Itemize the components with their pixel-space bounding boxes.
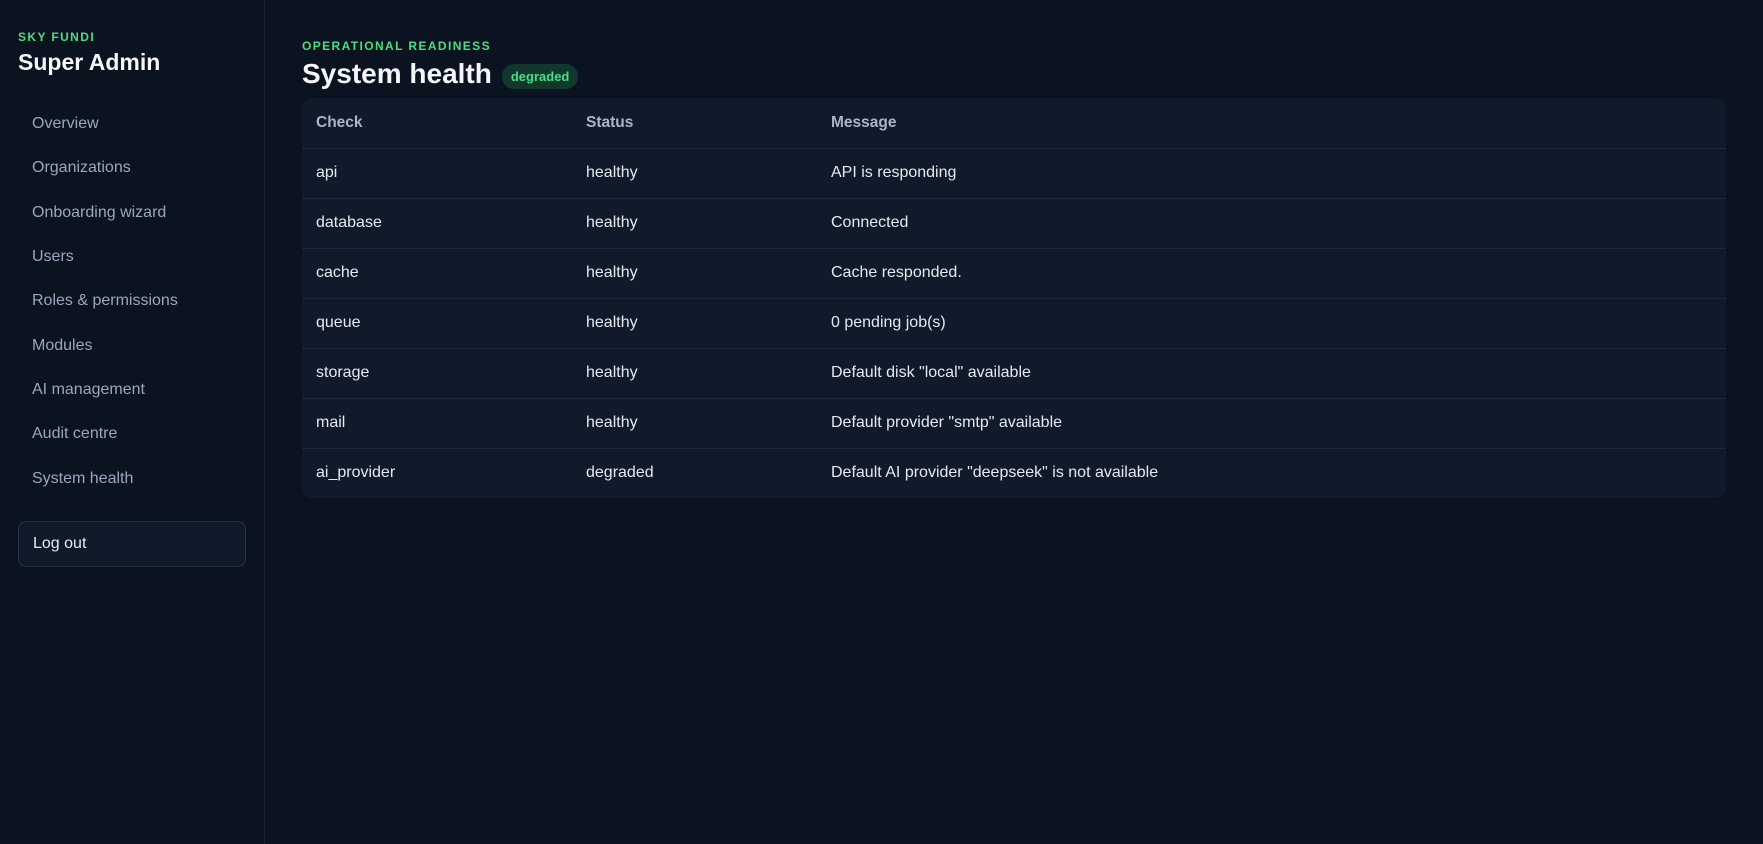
- page-title: System health: [302, 58, 492, 89]
- cell-status: healthy: [572, 298, 817, 349]
- table-header-row: Check Status Message: [302, 98, 1726, 149]
- cell-check: storage: [302, 348, 572, 399]
- sidebar-item-onboarding-wizard[interactable]: Onboarding wizard: [18, 191, 246, 235]
- sidebar-item-organizations[interactable]: Organizations: [18, 146, 246, 190]
- sidebar-item-roles-permissions[interactable]: Roles & permissions: [18, 279, 246, 323]
- column-header-message: Message: [817, 98, 1726, 149]
- health-table-card: Check Status Message api healthy API is …: [302, 98, 1726, 498]
- main-content: OPERATIONAL READINESS System health degr…: [265, 0, 1763, 844]
- cell-check: mail: [302, 398, 572, 449]
- cell-status: healthy: [572, 348, 817, 399]
- table-row: storage healthy Default disk "local" ava…: [302, 348, 1726, 399]
- cell-message: Default AI provider "deepseek" is not av…: [831, 464, 1159, 482]
- cell-check: api: [302, 148, 572, 199]
- sidebar-item-system-health[interactable]: System health: [18, 456, 246, 500]
- table-row: api healthy API is responding: [302, 148, 1726, 199]
- app-shell: SKY FUNDI Super Admin Overview Organizat…: [0, 0, 1763, 844]
- cell-status: healthy: [572, 398, 817, 449]
- cell-status: healthy: [572, 198, 817, 249]
- cell-check: database: [302, 198, 572, 249]
- cell-message: Connected: [817, 198, 1726, 249]
- status-badge: degraded: [501, 63, 579, 89]
- table-row: queue healthy 0 pending job(s): [302, 298, 1726, 349]
- logout-button[interactable]: Log out: [18, 520, 246, 567]
- cell-message: Default provider "smtp" available: [817, 398, 1726, 449]
- sidebar-item-overview[interactable]: Overview: [18, 102, 246, 146]
- column-header-status: Status: [572, 98, 817, 149]
- sidebar: SKY FUNDI Super Admin Overview Organizat…: [0, 0, 265, 844]
- sidebar-item-audit-centre[interactable]: Audit centre: [18, 412, 246, 456]
- sidebar-item-ai-management[interactable]: AI management: [18, 368, 246, 412]
- table-row: mail healthy Default provider "smtp" ava…: [302, 398, 1726, 449]
- table-row: ai_provider degraded Default AI provider…: [302, 448, 1726, 498]
- page-kicker: OPERATIONAL READINESS: [302, 39, 491, 53]
- table-row: cache healthy Cache responded.: [302, 248, 1726, 299]
- cell-check: ai_provider: [316, 464, 396, 482]
- cell-check: cache: [302, 248, 572, 299]
- cell-status: healthy: [572, 148, 817, 199]
- sidebar-nav: Overview Organizations Onboarding wizard…: [18, 102, 246, 501]
- health-table: Check Status Message api healthy API is …: [302, 98, 1726, 498]
- cell-message: 0 pending job(s): [817, 298, 1726, 349]
- cell-status: healthy: [572, 248, 817, 299]
- cell-status: degraded: [586, 464, 654, 482]
- table-row: database healthy Connected: [302, 198, 1726, 249]
- cell-message: Cache responded.: [817, 248, 1726, 299]
- cell-check: queue: [302, 298, 572, 349]
- sidebar-item-users[interactable]: Users: [18, 235, 246, 279]
- brand-title: Super Admin: [18, 49, 161, 75]
- cell-message: Default disk "local" available: [817, 348, 1726, 399]
- cell-message: API is responding: [817, 148, 1726, 199]
- title-row: System health degraded: [302, 58, 1726, 90]
- sidebar-item-modules[interactable]: Modules: [18, 323, 246, 367]
- column-header-check: Check: [302, 98, 572, 149]
- brand-kicker: SKY FUNDI: [18, 30, 96, 44]
